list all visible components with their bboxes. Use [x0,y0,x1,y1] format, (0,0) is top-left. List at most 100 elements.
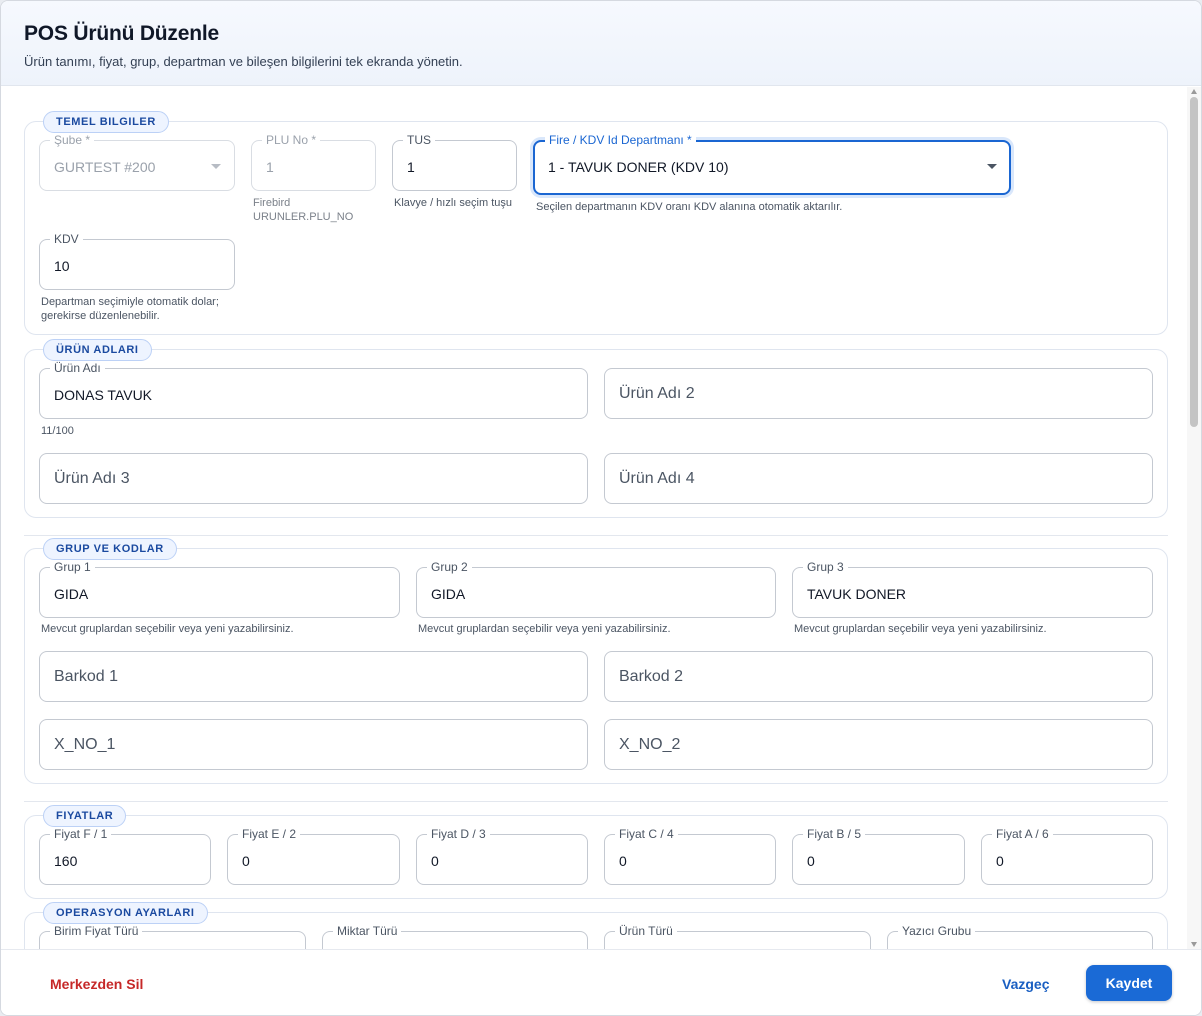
urun-adi-4-field[interactable]: Ürün Adı 4 [604,453,1153,504]
barkod-2-field[interactable]: Barkod 2 [604,651,1153,702]
tus-field[interactable]: TUS 1 [392,133,517,191]
dialog-header: POS Ürünü Düzenle Ürün tanımı, fiyat, gr… [1,1,1201,86]
urun-adi-3-placeholder: Ürün Adı 3 [54,470,130,487]
fiyat-label: Fiyat A / 6 [992,827,1053,841]
fiyat-c-field[interactable]: Fiyat C / 4 0 [604,827,776,885]
departman-value: 1 - TAVUK DONER (KDV 10) [548,159,729,175]
urun-adi-field[interactable]: Ürün Adı DONAS TAVUK [39,361,588,419]
grup-1-value: GIDA [54,586,89,602]
kdv-field[interactable]: KDV 10 [39,232,235,290]
tus-label: TUS [403,133,435,147]
fiyat-d-field[interactable]: Fiyat D / 3 0 [416,827,588,885]
urun-adi-value: DONAS TAVUK [54,387,153,403]
save-button[interactable]: Kaydet [1086,965,1172,1001]
grup-3-label: Grup 3 [803,560,848,574]
yazici-grubu-label: Yazıcı Grubu [898,924,976,938]
fiyat-a-field[interactable]: Fiyat A / 6 0 [981,827,1153,885]
grup-2-field[interactable]: Grup 2 GIDA [416,560,776,618]
sube-select: Şube * GURTEST #200 [39,133,235,191]
fiyat-label: Fiyat C / 4 [615,827,678,841]
barkod-1-field[interactable]: Barkod 1 [39,651,588,702]
grup-1-label: Grup 1 [50,560,95,574]
fiyat-b-field[interactable]: Fiyat B / 5 0 [792,827,965,885]
section-divider [24,801,1168,802]
section-label: TEMEL BILGILER [43,111,169,133]
plu-no-field: PLU No * 1 [251,133,376,191]
fiyat-label: Fiyat F / 1 [50,827,112,841]
grup-1-help: Mevcut gruplardan seçebilir veya yeni ya… [41,623,294,635]
scroll-thumb[interactable] [1190,97,1198,427]
section-urun-adlari: ÜRÜN ADLARI Ürün Adı DONAS TAVUK 11/100 … [24,339,1168,518]
miktar-turu-label: Miktar Türü [333,924,402,938]
urun-turu-select[interactable]: Ürün Türü [604,924,871,949]
barkod-2-placeholder: Barkod 2 [619,668,684,685]
urun-adi-2-field[interactable]: Ürün Adı 2 [604,368,1153,419]
x-no-1-placeholder: X_NO_1 [54,736,116,753]
departman-select[interactable]: Fire / KDV Id Departmanı * 1 - TAVUK DON… [533,133,1011,195]
urun-adi-2-placeholder: Ürün Adı 2 [619,385,695,402]
sube-label: Şube * [50,133,95,147]
x-no-1-field[interactable]: X_NO_1 [39,719,588,770]
dialog-footer: Merkezden Sil Vazgeç Kaydet [1,949,1201,1015]
chevron-down-icon [211,164,221,169]
urun-adi-counter: 11/100 [41,425,74,437]
content-scrollbar[interactable] [1187,87,1201,949]
x-no-2-field[interactable]: X_NO_2 [604,719,1153,770]
section-divider [24,535,1168,536]
section-grup-kodlar: GRUP VE KODLAR Grup 1 GIDA Mevcut grupla… [24,538,1168,784]
yazici-grubu-select[interactable]: Yazıcı Grubu [887,924,1153,949]
fiyat-value: 0 [996,853,1004,869]
grup-3-field[interactable]: Grup 3 TAVUK DONER [792,560,1153,618]
dialog-content: TEMEL BILGILER Şube * GURTEST #200 PLU N… [1,87,1189,949]
grup-3-value: TAVUK DONER [807,586,907,602]
section-label: OPERASYON AYARLARI [43,902,208,924]
plu-no-help: Firebird URUNLER.PLU_NO [253,197,354,223]
urun-adi-4-placeholder: Ürün Adı 4 [619,470,695,487]
fiyat-f-field[interactable]: Fiyat F / 1 160 [39,827,211,885]
fiyat-value: 0 [431,853,439,869]
departman-help: Seçilen departmanın KDV oranı KDV alanın… [536,201,843,213]
birim-fiyat-turu-select[interactable]: Birim Fiyat Türü [39,924,306,949]
tus-help: Klavye / hızlı seçim tuşu [394,197,512,209]
chevron-down-icon [987,164,997,169]
grup-2-help: Mevcut gruplardan seçebilir veya yeni ya… [418,623,671,635]
kdv-label: KDV [50,232,83,246]
plu-no-label: PLU No * [262,133,321,147]
fiyat-label: Fiyat B / 5 [803,827,866,841]
fiyat-value: 0 [807,853,815,869]
departman-label: Fire / KDV Id Departmanı * [545,133,696,147]
urun-adi-label: Ürün Adı [50,361,105,375]
fiyat-label: Fiyat D / 3 [427,827,490,841]
grup-2-label: Grup 2 [427,560,472,574]
dialog-title: POS Ürünü Düzenle [24,22,219,45]
delete-from-center-button[interactable]: Merkezden Sil [50,976,143,992]
miktar-turu-select[interactable]: Miktar Türü [322,924,588,949]
kdv-help: Departman seçimiyle otomatik dolar; gere… [41,296,219,322]
section-label: GRUP VE KODLAR [43,538,177,560]
section-operasyon-ayarlari: OPERASYON AYARLARI Birim Fiyat Türü Mikt… [24,902,1168,949]
tus-value: 1 [407,159,415,175]
barkod-1-placeholder: Barkod 1 [54,668,119,685]
urun-adi-3-field[interactable]: Ürün Adı 3 [39,453,588,504]
fiyat-value: 160 [54,853,78,869]
fiyat-e-field[interactable]: Fiyat E / 2 0 [227,827,400,885]
dialog-subtitle: Ürün tanımı, fiyat, grup, departman ve b… [24,54,463,69]
sube-value: GURTEST #200 [54,159,156,175]
scroll-up-arrow-icon[interactable] [1191,89,1197,94]
scroll-down-arrow-icon[interactable] [1191,942,1197,947]
grup-3-help: Mevcut gruplardan seçebilir veya yeni ya… [794,623,1047,635]
grup-2-value: GIDA [431,586,466,602]
x-no-2-placeholder: X_NO_2 [619,736,681,753]
section-temel-bilgiler: TEMEL BILGILER Şube * GURTEST #200 PLU N… [24,111,1168,335]
fiyat-value: 0 [242,853,250,869]
edit-product-dialog: POS Ürünü Düzenle Ürün tanımı, fiyat, gr… [0,0,1202,1016]
plu-no-value: 1 [266,159,274,175]
fiyat-value: 0 [619,853,627,869]
section-fiyatlar: FIYATLAR Fiyat F / 1 160 Fiyat E / 2 0 F… [24,805,1168,899]
cancel-button[interactable]: Vazgeç [1002,976,1049,992]
grup-1-field[interactable]: Grup 1 GIDA [39,560,400,618]
fiyat-label: Fiyat E / 2 [238,827,301,841]
birim-fiyat-turu-label: Birim Fiyat Türü [50,924,143,938]
urun-turu-label: Ürün Türü [615,924,677,938]
section-label: FIYATLAR [43,805,127,827]
